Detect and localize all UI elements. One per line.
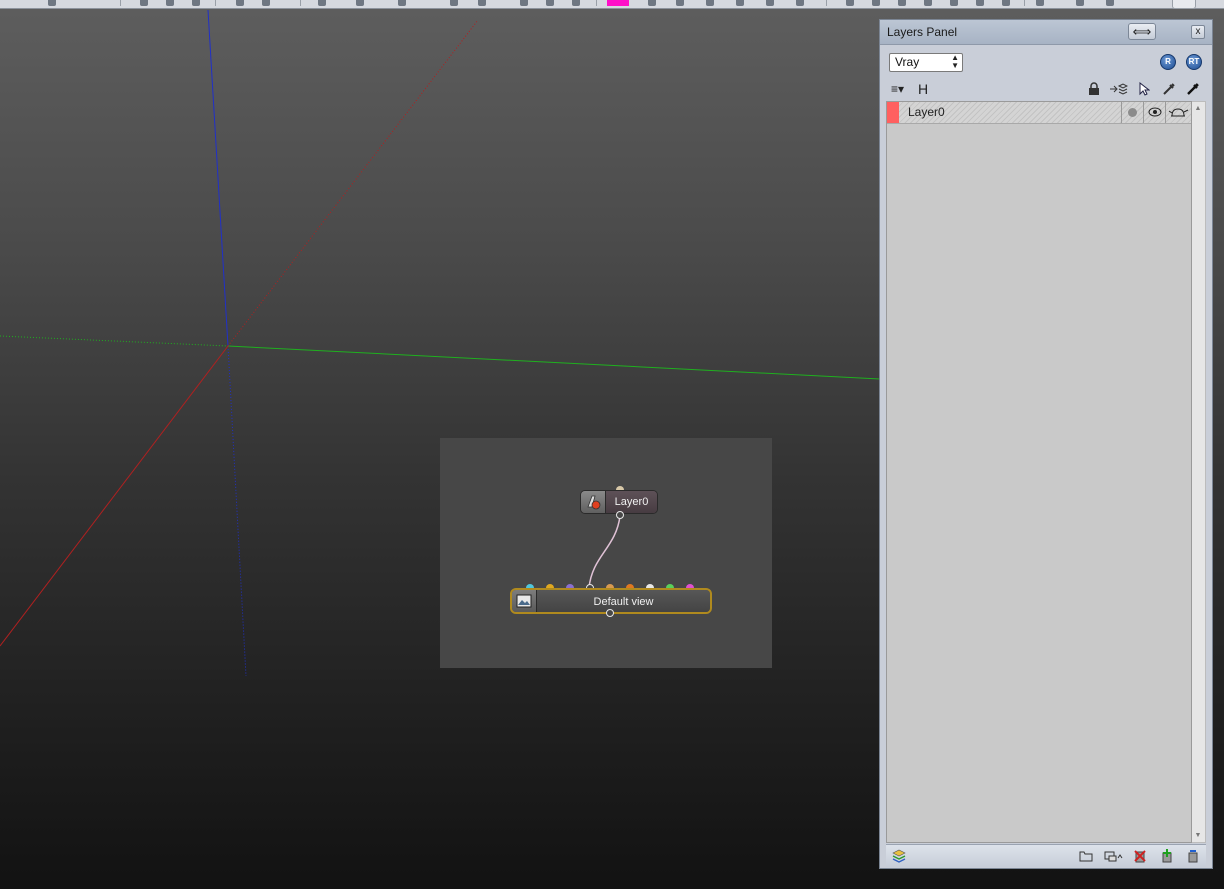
select-arrows-icon: ▲ ▼ [951,53,959,70]
y-axis-negative [0,335,229,347]
toolbar-separator [596,0,597,6]
layers-move-icon[interactable] [1110,82,1129,99]
close-button[interactable]: x [1191,25,1205,39]
toolbar-separator [120,0,121,6]
layers-panel: Layers Panel ⟺ x Vray ▲ ▼ R RT ≡▾ H Layer… [879,19,1213,869]
scroll-down-icon[interactable]: ▼ [1192,832,1204,839]
color-swatch[interactable] [607,0,629,6]
display-menu-icon[interactable] [1104,849,1124,867]
default-view-node-label: Default view [537,590,710,612]
toolbar-icon[interactable] [318,0,326,6]
toolbar-icon[interactable] [356,0,364,6]
toolbar-icon[interactable] [950,0,958,6]
material-layer-icon [581,491,606,513]
list-menu-icon[interactable]: ≡▾ [891,82,904,96]
layer-status-cell[interactable] [1121,102,1144,123]
layer-node-label: Layer0 [606,491,657,513]
layer-stack-icon[interactable] [892,849,906,868]
toolbar-icon[interactable] [546,0,554,6]
z-axis-negative [227,345,247,677]
toolbar-separator [215,0,216,6]
z-axis-positive [207,9,229,347]
y-axis-positive [227,345,880,380]
h-column-header[interactable]: H [918,81,928,97]
x-axis-positive [227,19,479,347]
toolbar-icon[interactable] [924,0,932,6]
toolbar-icon[interactable] [166,0,174,6]
vray-render-icon[interactable]: R [1160,54,1176,70]
toolbar-icon[interactable] [1076,0,1084,6]
toolbar-icon[interactable] [898,0,906,6]
status-dot-icon [1128,108,1137,117]
toolbar-icon[interactable] [1106,0,1114,6]
toolbar-separator [1024,0,1025,6]
renderer-select-value: Vray [895,55,920,69]
toolbar-icon[interactable] [1036,0,1044,6]
toolbar-icon[interactable] [48,0,56,6]
panel-title: Layers Panel [887,25,958,39]
toolbar-icon[interactable] [262,0,270,6]
toolbar-icon[interactable] [478,0,486,6]
purge-layer-icon[interactable] [1186,849,1200,868]
render-cell[interactable] [1165,102,1190,123]
eyedropper-dark-icon[interactable] [1186,82,1200,99]
toolbar-separator [300,0,301,6]
toolbar-icon[interactable] [766,0,774,6]
visibility-cell[interactable] [1143,102,1166,123]
toolbar-icon[interactable] [520,0,528,6]
folder-icon[interactable] [1079,849,1093,867]
layer-list-scrollbar[interactable]: ▲ ▼ [1192,101,1206,843]
scroll-up-icon[interactable]: ▲ [1192,105,1204,112]
view-icon [512,590,537,612]
layer-row[interactable]: Layer0 [887,102,1191,124]
toolbar-button[interactable] [1172,0,1196,9]
eye-icon [1148,107,1162,117]
toolbar-icon[interactable] [236,0,244,6]
layer-name[interactable]: Layer0 [908,105,945,119]
teapot-icon [1168,108,1189,117]
layer-node-output-port[interactable] [616,511,624,519]
vray-rt-icon[interactable]: RT [1186,54,1202,70]
toolbar-icon[interactable] [706,0,714,6]
x-axis-negative [0,345,229,647]
layer-color-swatch[interactable] [887,102,899,123]
toolbar-icon[interactable] [572,0,580,6]
toolbar-separator [826,0,827,6]
lock-icon[interactable] [1088,82,1100,99]
delete-layer-icon[interactable] [1133,849,1147,868]
toolbar-icon[interactable] [398,0,406,6]
toolbar-icon[interactable] [676,0,684,6]
renderer-select[interactable]: Vray ▲ ▼ [889,53,963,72]
toolbar-icon[interactable] [846,0,854,6]
toolbar-icon[interactable] [192,0,200,6]
toolbar-icon[interactable] [450,0,458,6]
toolbar-icon[interactable] [648,0,656,6]
add-layer-icon[interactable] [1160,849,1174,868]
node-wire [588,515,621,589]
panel-footer [886,844,1206,867]
toolbar-icon[interactable] [976,0,984,6]
view-node-output-port[interactable] [606,609,614,617]
double-arrow-icon[interactable]: ⟺ [1128,23,1156,40]
toolbar-icon[interactable] [736,0,744,6]
toolbar-icon[interactable] [140,0,148,6]
layer-list-header: ≡▾ H [886,80,1210,100]
select-cursor-icon[interactable] [1138,81,1151,99]
layer-list[interactable]: Layer0 [886,101,1192,843]
panel-titlebar[interactable]: Layers Panel ⟺ x [880,20,1212,45]
node-graph-overlay[interactable]: Layer0 Default view [440,438,772,668]
toolbar-icon[interactable] [1002,0,1010,6]
toolbar-icon[interactable] [872,0,880,6]
3d-viewport[interactable]: Layer0 Default view [0,8,880,889]
toolbar-icon[interactable] [796,0,804,6]
eyedropper-icon[interactable] [1162,82,1176,99]
